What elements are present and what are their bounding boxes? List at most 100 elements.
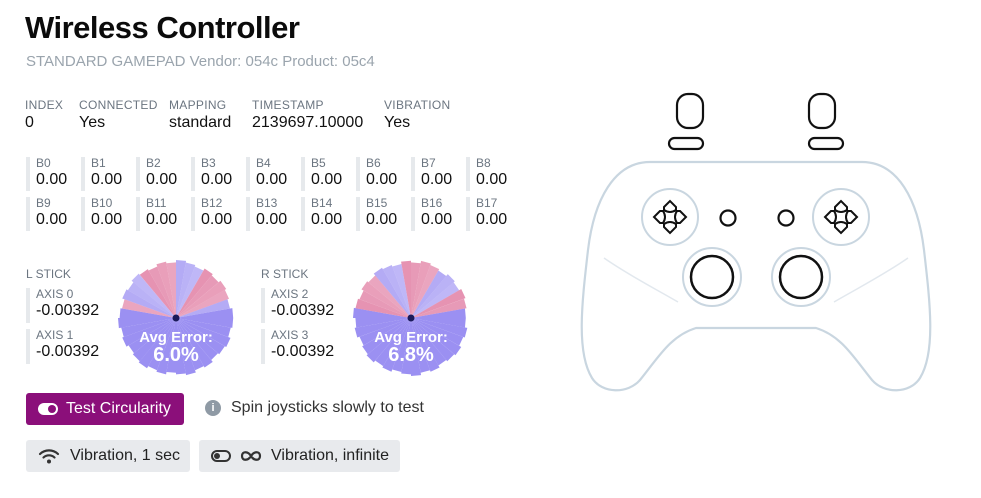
right-bumper[interactable]: [807, 136, 845, 151]
button-value: 0.00: [256, 171, 288, 188]
button-value-cell: B1 0.00: [81, 157, 127, 191]
info-vibration-value: Yes: [384, 114, 411, 131]
info-mapping-label: MAPPING: [169, 98, 227, 112]
button-label: B12: [201, 196, 223, 210]
controller-diagram: [580, 92, 932, 392]
info-timestamp-label: TIMESTAMP: [252, 98, 324, 112]
button-value: 0.00: [256, 211, 288, 228]
left-bumper[interactable]: [667, 136, 705, 151]
device-id: STANDARD GAMEPAD Vendor: 054c Product: 0…: [26, 53, 375, 70]
start-button[interactable]: [777, 209, 795, 227]
left-avg-error-value: 6.0%: [153, 344, 199, 366]
button-value-cell: B9 0.00: [26, 197, 72, 231]
test-circularity-label: Test Circularity: [66, 400, 171, 417]
axis-2-value: -0.00392: [271, 302, 335, 319]
info-index-value: 0: [25, 114, 34, 131]
infinity-icon: [240, 451, 262, 461]
page-title: Wireless Controller: [25, 10, 300, 45]
info-vibration-label: VIBRATION: [384, 98, 451, 112]
dpad-right[interactable]: [674, 210, 688, 224]
vibration-infinite-button[interactable]: Vibration, infinite: [199, 440, 400, 472]
hint-text: Spin joysticks slowly to test: [231, 399, 424, 416]
button-value: 0.00: [201, 171, 233, 188]
left-stick-circularity: Avg Error: 6.0%: [118, 260, 234, 376]
left-trigger[interactable]: [675, 92, 705, 130]
button-label: B4: [256, 156, 271, 170]
button-value: 0.00: [311, 171, 343, 188]
button-value-cell: B11 0.00: [136, 197, 182, 231]
dpad-cluster: [641, 188, 699, 246]
wifi-icon: [38, 449, 60, 464]
dpad-left[interactable]: [652, 210, 666, 224]
axis-0-value: -0.00392: [36, 302, 100, 319]
button-value-cell: B12 0.00: [191, 197, 237, 231]
info-timestamp: TIMESTAMP 2139697.10000: [252, 98, 363, 132]
button-value: 0.00: [201, 211, 233, 228]
button-value-cell: B4 0.00: [246, 157, 292, 191]
right-trigger[interactable]: [807, 92, 837, 130]
button-value-cell: B6 0.00: [356, 157, 402, 191]
axis-3-label: AXIS 3: [271, 328, 309, 342]
info-mapping-value: standard: [169, 114, 232, 131]
button-value: 0.00: [476, 171, 508, 188]
axis-2-label: AXIS 2: [271, 287, 309, 301]
vibration-infinite-label: Vibration, infinite: [271, 447, 389, 464]
face-button-top[interactable]: [834, 199, 848, 213]
face-button-left[interactable]: [823, 210, 837, 224]
right-avg-error-value: 6.8%: [388, 344, 434, 366]
info-connected: CONNECTED Yes: [79, 98, 158, 132]
button-value: 0.00: [146, 211, 178, 228]
button-label: B17: [476, 196, 498, 210]
vibration-1sec-label: Vibration, 1 sec: [70, 447, 180, 464]
test-circularity-button[interactable]: Test Circularity: [26, 393, 184, 425]
button-value-cell: B0 0.00: [26, 157, 72, 191]
button-label: B5: [311, 156, 326, 170]
dpad-up[interactable]: [663, 199, 677, 213]
button-label: B3: [201, 156, 216, 170]
grip-line-left: [603, 257, 679, 303]
dpad-down[interactable]: [663, 221, 677, 235]
button-label: B11: [146, 196, 167, 210]
button-label: B2: [146, 156, 161, 170]
button-label: B10: [91, 196, 113, 210]
right-stick[interactable]: [778, 254, 824, 300]
axis-0-label: AXIS 0: [36, 287, 74, 301]
face-button-bottom[interactable]: [834, 221, 848, 235]
button-label: B8: [476, 156, 491, 170]
vibration-1sec-button[interactable]: Vibration, 1 sec: [26, 440, 190, 472]
button-value: 0.00: [421, 171, 453, 188]
button-label: B14: [311, 196, 333, 210]
info-index-label: INDEX: [25, 98, 64, 112]
face-buttons-cluster: [812, 188, 870, 246]
select-button[interactable]: [719, 209, 737, 227]
axis-0-cell: AXIS 0 -0.00392: [26, 288, 106, 323]
button-value: 0.00: [366, 171, 398, 188]
axis-1-label: AXIS 1: [36, 328, 74, 342]
right-stick-position-dot: [407, 314, 415, 322]
button-label: B16: [421, 196, 443, 210]
button-value: 0.00: [91, 211, 123, 228]
button-value-cell: B16 0.00: [411, 197, 457, 231]
button-value-cell: B3 0.00: [191, 157, 237, 191]
button-value-cell: B17 0.00: [466, 197, 512, 231]
button-value-cell: B7 0.00: [411, 157, 457, 191]
button-value-cell: B13 0.00: [246, 197, 292, 231]
info-timestamp-value: 2139697.10000: [252, 114, 364, 131]
axis-2-cell: AXIS 2 -0.00392: [261, 288, 341, 323]
button-label: B0: [36, 156, 51, 170]
button-value: 0.00: [91, 171, 123, 188]
axis-1-value: -0.00392: [36, 343, 100, 360]
button-value: 0.00: [366, 211, 398, 228]
face-button-right[interactable]: [845, 210, 859, 224]
info-vibration: VIBRATION Yes: [384, 98, 451, 132]
button-value: 0.00: [476, 211, 508, 228]
button-value-cell: B14 0.00: [301, 197, 347, 231]
button-value-cell: B2 0.00: [136, 157, 182, 191]
info-icon: i: [205, 400, 221, 416]
button-label: B1: [91, 156, 106, 170]
button-label: B13: [256, 196, 278, 210]
left-stick[interactable]: [689, 254, 735, 300]
info-mapping: MAPPING standard: [169, 98, 231, 132]
right-stick-label: R STICK: [261, 267, 309, 281]
info-connected-label: CONNECTED: [79, 98, 158, 112]
